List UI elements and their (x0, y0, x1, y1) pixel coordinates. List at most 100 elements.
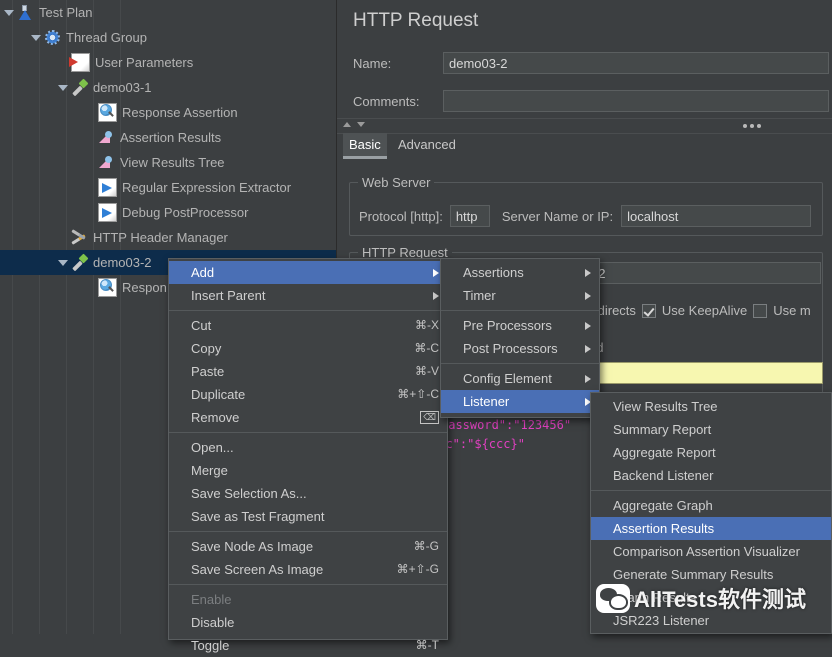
tree-node-response-assertion[interactable]: Response Assertion (0, 100, 336, 125)
menu-item-copy[interactable]: Copy ⌘-C (169, 337, 447, 360)
tree-rows-container: Test Plan Thread Group User Parameters demo… (0, 0, 336, 300)
tree-node-demo03-1[interactable]: demo03-1 (0, 75, 336, 100)
name-label: Name: (353, 55, 392, 71)
body-data-cell[interactable] (581, 362, 823, 384)
menu-separator (441, 363, 599, 364)
web-server-group-title: Web Server (358, 175, 435, 190)
add-submenu[interactable]: Assertions Timer Pre Processors Post Proces… (440, 258, 600, 418)
menu-item-add[interactable]: Add (169, 261, 447, 284)
tree-node-thread-group[interactable]: Thread Group (0, 25, 336, 50)
menu-item-aggregate-report[interactable]: Aggregate Report (591, 441, 831, 464)
tree-node-context-menu[interactable]: Add Insert Parent Cut ⌘-X Copy ⌘-C Paste ⌘-V Dup… (168, 258, 448, 653)
tree-node-assertion-results[interactable]: Assertion Results (0, 125, 336, 150)
comments-label: Comments: (353, 93, 420, 109)
body-code-line-1: password":"123456" (441, 418, 572, 432)
submenu-arrow-icon (585, 321, 591, 330)
submenu-arrow-icon (585, 374, 591, 383)
tab-basic[interactable]: Basic (343, 133, 387, 159)
tree-node-label: Respon (122, 280, 167, 295)
path-field[interactable]: o2 (585, 262, 821, 284)
expand-arrow-icon[interactable] (56, 81, 69, 94)
menu-item-insert-parent[interactable]: Insert Parent (169, 284, 447, 307)
tree-node-label: Test Plan (39, 5, 93, 20)
menu-item-backend-listener[interactable]: Backend Listener (591, 464, 831, 487)
expand-arrow-icon[interactable] (56, 256, 69, 269)
use-multipart-checkbox[interactable] (753, 303, 768, 318)
tree-node-label: Assertion Results (120, 130, 222, 145)
menu-item-label: Paste (191, 364, 225, 379)
menu-item-view-results-tree[interactable]: View Results Tree (591, 395, 831, 418)
name-field[interactable]: demo03-2 (443, 52, 829, 74)
comments-field[interactable] (443, 90, 829, 112)
tree-node-view-results-tree[interactable]: View Results Tree (0, 150, 336, 175)
menu-item-label: Aggregate Report (613, 445, 716, 460)
tree-node-label: View Results Tree (120, 155, 225, 170)
expand-arrow-icon[interactable] (2, 6, 15, 19)
results-icon (98, 154, 115, 171)
menu-item-duplicate[interactable]: Duplicate ⌘+⇧-C (169, 383, 447, 406)
menu-item-disable[interactable]: Disable (169, 611, 447, 634)
menu-item-pre-processors[interactable]: Pre Processors (441, 314, 599, 337)
menu-item-timer[interactable]: Timer (441, 284, 599, 307)
menu-item-label: JSR223 Listener (613, 613, 710, 628)
menu-item-label: Insert Parent (191, 288, 266, 303)
menu-separator (169, 584, 447, 585)
menu-item-save-selection-as[interactable]: Save Selection As... (169, 482, 447, 505)
menu-item-paste[interactable]: Paste ⌘-V (169, 360, 447, 383)
menu-item-label: Enable (191, 592, 232, 607)
tree-node-user-parameters[interactable]: User Parameters (0, 50, 336, 75)
server-name-field[interactable]: localhost (621, 205, 812, 227)
menu-item-post-processors[interactable]: Post Processors (441, 337, 599, 360)
menu-item-aggregate-graph[interactable]: Aggregate Graph (591, 494, 831, 517)
menu-item-shortcut: ⌘+⇧-G (396, 562, 439, 576)
tree-node-http-header-manager[interactable]: HTTP Header Manager (0, 225, 336, 250)
http-request-icon (71, 254, 88, 271)
menu-item-label: Save as Test Fragment (191, 509, 325, 524)
expand-arrow-icon[interactable] (29, 31, 42, 44)
menu-item-listener[interactable]: Listener (441, 390, 599, 413)
tree-node-regular-expression-extractor[interactable]: Regular Expression Extractor (0, 175, 336, 200)
use-multipart-label: Use m (773, 303, 811, 318)
menu-item-graph-results[interactable]: Graph Results (591, 586, 831, 609)
menu-item-open[interactable]: Open... (169, 436, 447, 459)
menu-item-assertions[interactable]: Assertions (441, 261, 599, 284)
overflow-dots-icon[interactable] (743, 124, 761, 128)
menu-item-assertion-results[interactable]: Assertion Results (591, 517, 831, 540)
editor-tabstrip: Basic Advanced (337, 133, 832, 159)
menu-item-jsr223-listener[interactable]: JSR223 Listener (591, 609, 831, 632)
collapse-up-icon[interactable] (343, 122, 351, 127)
tab-advanced[interactable]: Advanced (392, 133, 462, 159)
server-name-label: Server Name or IP: (501, 208, 614, 224)
menu-item-save-as-test-fragment[interactable]: Save as Test Fragment (169, 505, 447, 528)
tree-node-debug-postprocessor[interactable]: Debug PostProcessor (0, 200, 336, 225)
menu-item-save-node-as-image[interactable]: Save Node As Image ⌘-G (169, 535, 447, 558)
menu-item-comparison-assertion-visualizer[interactable]: Comparison Assertion Visualizer (591, 540, 831, 563)
assertion-icon (98, 103, 117, 122)
menu-item-remove[interactable]: Remove ⌫ (169, 406, 447, 429)
menu-item-toggle[interactable]: Toggle ⌘-T (169, 634, 447, 657)
tree-node-label: demo03-1 (93, 80, 152, 95)
menu-item-label: Toggle (191, 638, 230, 653)
menu-item-summary-report[interactable]: Summary Report (591, 418, 831, 441)
menu-item-merge[interactable]: Merge (169, 459, 447, 482)
menu-item-config-element[interactable]: Config Element (441, 367, 599, 390)
menu-item-cut[interactable]: Cut ⌘-X (169, 314, 447, 337)
collapse-down-icon[interactable] (357, 122, 365, 127)
regex-extractor-icon (98, 178, 117, 197)
menu-item-label: Pre Processors (463, 318, 552, 333)
panel-splitter[interactable] (337, 118, 832, 134)
tree-node-test-plan[interactable]: Test Plan (0, 0, 336, 25)
jmeter-window: Test Plan Thread Group User Parameters demo… (0, 0, 832, 653)
menu-item-label: Copy (191, 341, 222, 356)
listener-submenu[interactable]: View Results Tree Summary Report Aggregate… (590, 392, 832, 634)
tree-node-label: Response Assertion (122, 105, 238, 120)
menu-separator (169, 432, 447, 433)
use-keepalive-checkbox[interactable] (641, 303, 656, 318)
menu-item-label: Assertion Results (613, 521, 715, 536)
menu-item-save-screen-as-image[interactable]: Save Screen As Image ⌘+⇧-G (169, 558, 447, 581)
menu-item-generate-summary-results[interactable]: Generate Summary Results (591, 563, 831, 586)
protocol-field[interactable]: http (449, 205, 490, 227)
